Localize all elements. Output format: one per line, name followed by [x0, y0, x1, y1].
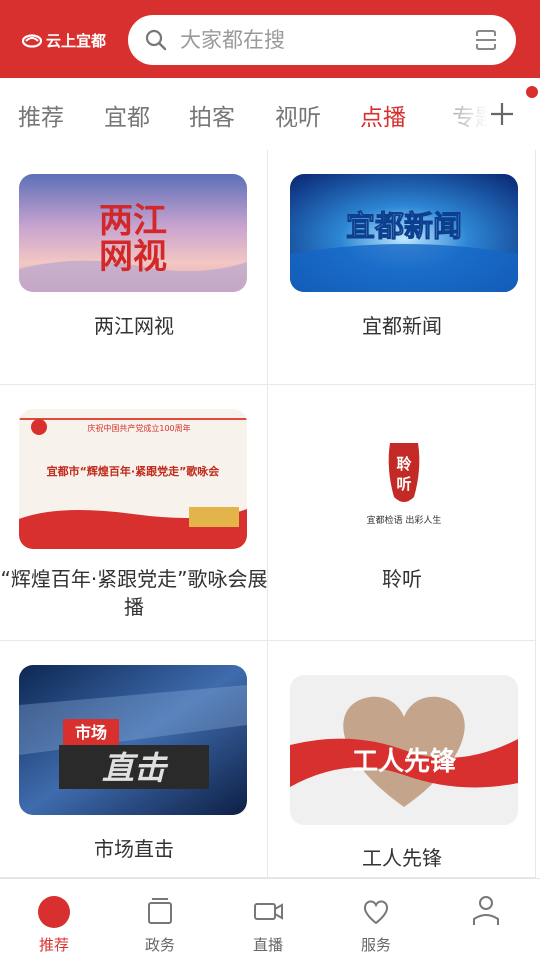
- thumb-subtext: 市场: [75, 723, 107, 742]
- card-title: 两江网视: [94, 314, 174, 338]
- workers-thumbnail-art: 工人先锋: [290, 675, 518, 825]
- bottom-nav: 推荐 政务 直播 服务: [0, 878, 540, 961]
- card-title: “辉煌百年·紧跟党走”歌咏会展播: [0, 567, 268, 619]
- card-title: 市场直击: [94, 837, 174, 861]
- tab-shiting[interactable]: 视听: [275, 98, 321, 132]
- nav-government[interactable]: 政务: [106, 879, 214, 961]
- tab-yidu[interactable]: 宜都: [104, 98, 150, 132]
- nav-profile[interactable]: [432, 879, 540, 961]
- heart-service-icon: [363, 900, 389, 925]
- government-icon: [148, 898, 172, 924]
- card-workers[interactable]: 工人先锋 工人先锋: [268, 641, 536, 878]
- video-camera-icon: [254, 903, 283, 920]
- card-thumbnail[interactable]: 两江 网视: [19, 174, 247, 292]
- thumb-subtext: 宜都检语 出彩人生: [367, 514, 442, 526]
- nav-label: 推荐: [38, 936, 69, 954]
- logo-text: 云上宜都: [46, 32, 107, 50]
- card-thumbnail[interactable]: 工人先锋: [290, 675, 518, 825]
- card-title: 工人先锋: [362, 846, 442, 870]
- svg-text:网视: 网视: [99, 237, 167, 277]
- search-bar[interactable]: [128, 15, 516, 65]
- card-yidu-news[interactable]: 宜都新闻 宜都新闻: [268, 150, 536, 385]
- app-logo[interactable]: 云上宜都: [22, 30, 106, 51]
- liangjiang-thumbnail-art: 两江 网视: [19, 174, 247, 292]
- card-thumbnail[interactable]: 聆 听 宜都检语 出彩人生: [290, 409, 518, 549]
- card-thumbnail[interactable]: 庆祝中国共产党成立100周年 宜都市“辉煌百年·紧跟党走”歌咏会: [19, 409, 247, 549]
- nav-service[interactable]: 服务: [322, 879, 430, 961]
- logo-mark-icon: [22, 33, 42, 48]
- search-icon: [145, 29, 167, 51]
- thumb-text: 宜都市“辉煌百年·紧跟党走”歌咏会: [47, 464, 221, 478]
- vod-grid: 两江 网视 两江网视 宜都新闻 宜都新闻 庆祝中国共产党成立100周年 宜都市“…: [0, 150, 540, 878]
- user-icon: [473, 896, 499, 925]
- category-tabs: 推荐 宜都 拍客 视听 点播 专题: [0, 78, 540, 151]
- svg-text:两江: 两江: [99, 201, 167, 241]
- home-dot-icon: [38, 896, 70, 928]
- notification-dot: [526, 86, 538, 98]
- nav-live[interactable]: 直播: [214, 879, 322, 961]
- thumb-text: 工人先锋: [352, 747, 457, 777]
- market-thumbnail-art: 市场 直击: [19, 665, 247, 815]
- svg-text:听: 听: [396, 475, 411, 493]
- thumb-text: 直击: [102, 749, 169, 787]
- card-thumbnail[interactable]: 市场 直击: [19, 665, 247, 815]
- add-tab-icon[interactable]: [488, 100, 516, 128]
- tab-paike[interactable]: 拍客: [189, 98, 235, 132]
- card-title: 聆听: [382, 567, 422, 591]
- song-show-thumbnail-art: 庆祝中国共产党成立100周年 宜都市“辉煌百年·紧跟党走”歌咏会: [19, 409, 247, 549]
- search-input[interactable]: [178, 27, 452, 53]
- card-market[interactable]: 市场 直击 市场直击: [0, 641, 268, 878]
- nav-label: 服务: [360, 936, 391, 954]
- card-lingting[interactable]: 聆 听 宜都检语 出彩人生 聆听: [268, 385, 536, 641]
- lingting-thumbnail-art: 聆 听 宜都检语 出彩人生: [290, 409, 518, 549]
- card-title: 宜都新闻: [362, 314, 442, 338]
- card-liangjiang[interactable]: 两江 网视 两江网视: [0, 150, 268, 385]
- tab-recommend[interactable]: 推荐: [18, 98, 64, 132]
- scan-icon[interactable]: [474, 28, 498, 52]
- tab-dianbo[interactable]: 点播: [360, 98, 406, 132]
- nav-recommend[interactable]: 推荐: [0, 879, 108, 961]
- yidu-news-thumbnail-art: 宜都新闻: [290, 174, 518, 292]
- nav-label: 政务: [144, 936, 175, 954]
- card-song-show[interactable]: 庆祝中国共产党成立100周年 宜都市“辉煌百年·紧跟党走”歌咏会 “辉煌百年·紧…: [0, 385, 268, 641]
- nav-label: 直播: [252, 936, 283, 954]
- svg-text:宜都新闻: 宜都新闻: [346, 209, 462, 243]
- card-thumbnail[interactable]: 宜都新闻: [290, 174, 518, 292]
- app-header: 云上宜都: [0, 0, 540, 78]
- thumb-subtext: 庆祝中国共产党成立100周年: [87, 423, 190, 433]
- svg-text:聆: 聆: [396, 455, 412, 473]
